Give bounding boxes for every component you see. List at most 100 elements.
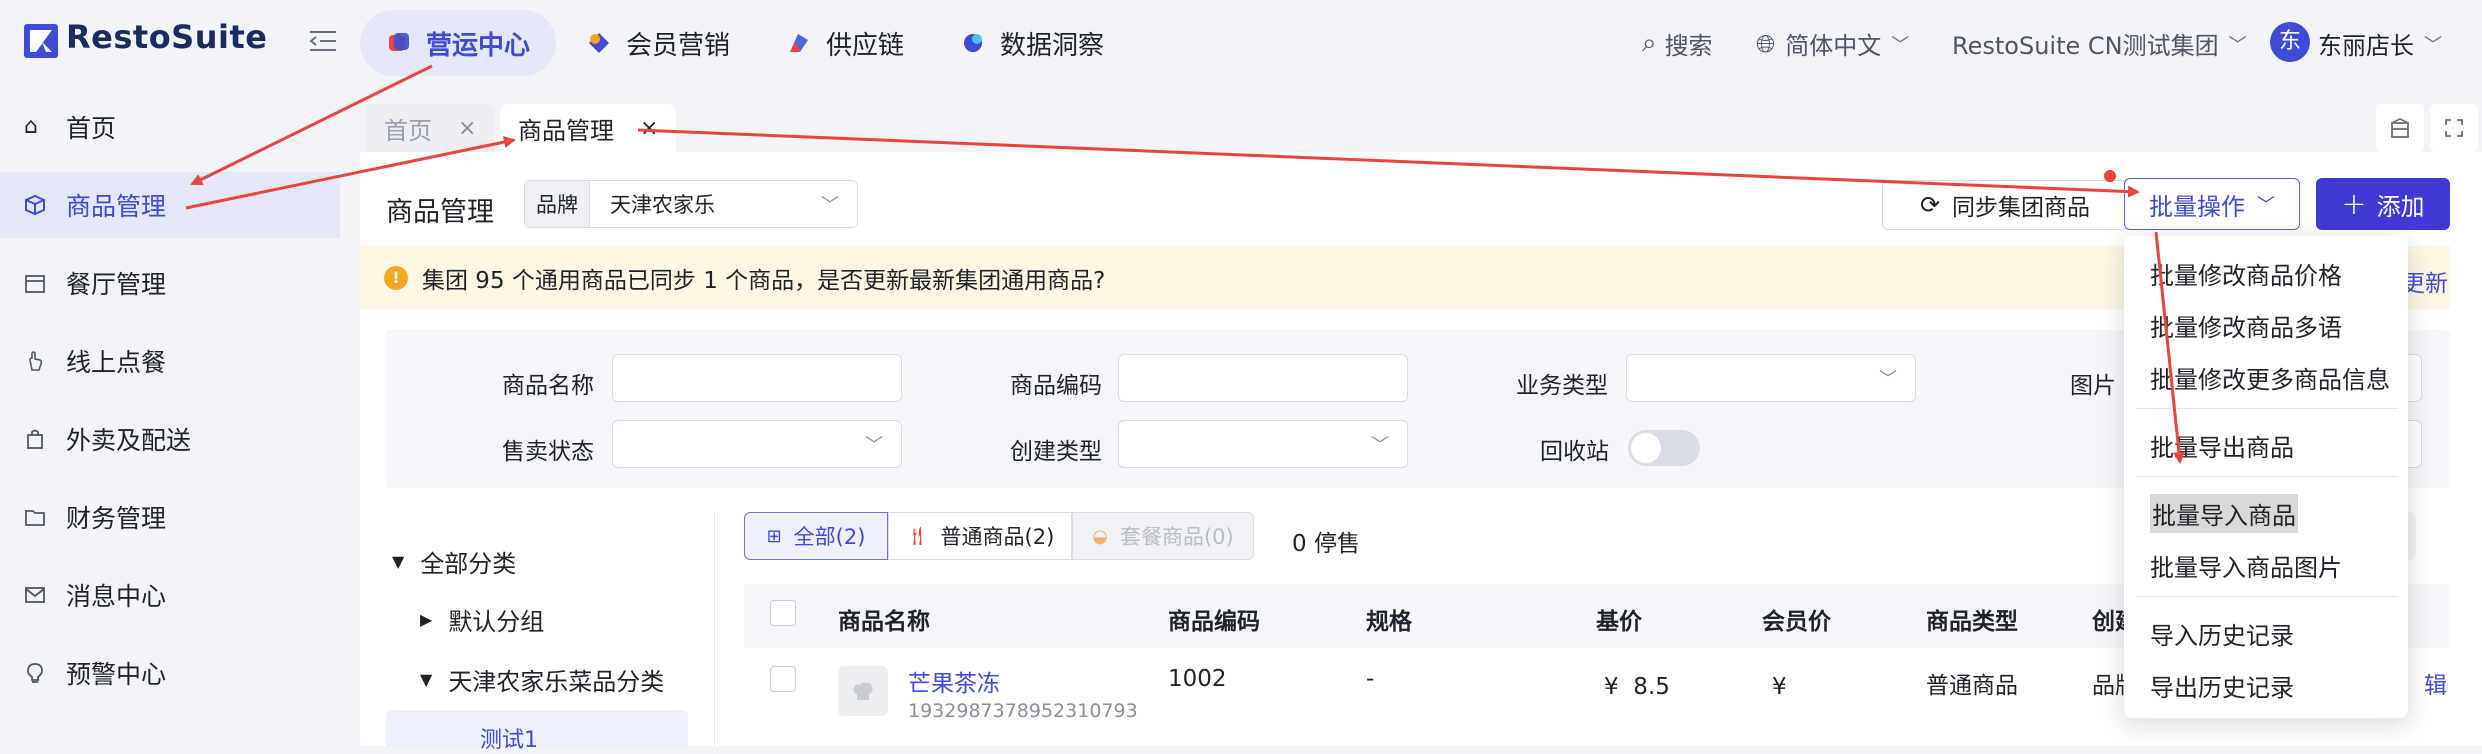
sidebar-item-finance[interactable]: 财务管理	[0, 484, 340, 550]
sidebar-item-delivery[interactable]: 外卖及配送	[0, 406, 340, 472]
recycle-bin-toggle[interactable]	[1628, 430, 1700, 466]
member-icon	[589, 33, 609, 53]
fullscreen-button[interactable]	[2430, 104, 2478, 152]
filter-label-recycle-bin: 回收站	[1540, 439, 1609, 465]
brand-label: 品牌	[525, 181, 590, 227]
nav-tab-label: 数据洞察	[1000, 30, 1105, 61]
stopped-count: 0 停售	[1292, 531, 1360, 557]
product-code-input[interactable]	[1118, 354, 1408, 402]
folder-icon	[25, 510, 45, 526]
sidebar-item-restaurant[interactable]: 餐厅管理	[0, 250, 340, 316]
segment-normal[interactable]: 🍴︎ 普通商品(2)	[888, 512, 1072, 560]
row-checkbox[interactable]	[770, 666, 796, 692]
sidebar-item-label: 首页	[66, 114, 117, 143]
sidebar-item-alerts[interactable]: 预警中心	[0, 640, 340, 706]
collapse-menu-icon[interactable]	[308, 28, 338, 54]
page-tab-home[interactable]: 首页 ×	[366, 104, 495, 152]
sidebar-item-online-order[interactable]: 线上点餐	[0, 328, 340, 394]
brand-select[interactable]: 品牌 天津农家乐 ﹀	[524, 180, 858, 228]
menu-item-batch-edit-more[interactable]: 批量修改更多商品信息	[2150, 360, 2390, 395]
menu-item-import-history[interactable]: 导入历史记录	[2150, 616, 2294, 651]
toggle-knob	[1631, 433, 1661, 463]
chevron-down-icon: ﹀	[2424, 34, 2442, 56]
column-header: 商品名称	[838, 609, 930, 635]
batch-operations-button[interactable]: 批量操作 ﹀	[2124, 178, 2300, 230]
segment-all[interactable]: ⊞ 全部(2)	[744, 512, 888, 560]
search-label: 搜索	[1664, 32, 1713, 60]
menu-item-batch-import-images[interactable]: 批量导入商品图片	[2150, 548, 2342, 583]
menu-item-batch-edit-price[interactable]: 批量修改商品价格	[2150, 256, 2342, 291]
expand-icon	[2445, 119, 2463, 137]
search-icon: ⌕	[1642, 28, 1657, 58]
product-name-input[interactable]	[612, 354, 902, 402]
menu-divider	[2136, 408, 2398, 409]
global-search[interactable]: ⌕ 搜索	[1642, 26, 1713, 61]
add-button[interactable]: + 添加	[2316, 178, 2450, 230]
refresh-page-button[interactable]	[2376, 104, 2424, 152]
avatar[interactable]: 东	[2270, 22, 2310, 62]
product-thumbnail	[838, 666, 888, 716]
utensils-icon: 🍴︎	[905, 525, 929, 547]
nav-tab-operations[interactable]: 营运中心	[360, 10, 557, 76]
sidebar-item-home[interactable]: ⌂ 首页	[0, 94, 340, 160]
segment-label: 普通商品(2)	[940, 525, 1055, 549]
column-header: 商品类型	[1926, 609, 2018, 635]
edit-link[interactable]: 辑	[2424, 666, 2447, 700]
tree-node-all[interactable]: ▼ 全部分类	[392, 544, 516, 579]
tree-node-default-group[interactable]: ▶ 默认分组	[420, 602, 544, 637]
page-title: 商品管理	[386, 197, 494, 228]
chevron-down-icon: ﹀	[865, 435, 883, 456]
filter-label-product-name: 商品名称	[502, 373, 594, 399]
restosuite-logo-icon	[24, 24, 58, 58]
chevron-down-icon: ﹀	[1891, 34, 1910, 56]
caret-right-icon: ▶	[420, 610, 433, 629]
business-type-select[interactable]: ﹀	[1626, 354, 1916, 402]
chevron-down-icon: ﹀	[1879, 369, 1897, 390]
nav-tab-supply-chain[interactable]: 供应链	[760, 10, 930, 76]
language-label: 简体中文	[1785, 32, 1882, 60]
menu-item-export-history[interactable]: 导出历史记录	[2150, 668, 2294, 703]
close-icon[interactable]: ×	[640, 116, 658, 141]
sync-group-products-button[interactable]: ⟳ 同步集团商品	[1882, 180, 2128, 230]
menu-item-batch-edit-i18n[interactable]: 批量修改商品多语	[2150, 308, 2342, 343]
language-select[interactable]: 🌐︎ 简体中文 ﹀	[1756, 26, 1909, 61]
nav-tab-member-marketing[interactable]: 会员营销	[560, 10, 756, 76]
select-all-checkbox[interactable]	[770, 600, 796, 626]
segment-label: 套餐商品(0)	[1119, 525, 1234, 549]
grid-icon: ⊞	[766, 525, 782, 547]
product-name-link[interactable]: 芒果茶冻	[908, 664, 1000, 698]
close-icon[interactable]: ×	[458, 116, 476, 141]
sidebar-item-label: 商品管理	[66, 192, 167, 221]
cell-base-price: ¥ 8.5	[1604, 674, 1670, 700]
chevron-down-icon: ﹀	[821, 195, 839, 216]
menu-item-batch-import[interactable]: 批量导入商品	[2150, 494, 2298, 533]
sidebar-item-products[interactable]: 商品管理	[0, 172, 340, 238]
warning-icon: !	[384, 266, 408, 290]
sidebar-item-messages[interactable]: 消息中心	[0, 562, 340, 628]
home-icon: ⌂	[24, 114, 38, 139]
sidebar-item-label: 消息中心	[66, 582, 167, 611]
create-type-select[interactable]: ﹀	[1118, 420, 1408, 468]
update-link[interactable]: 更新	[2402, 264, 2448, 298]
tree-node-label: 天津农家乐菜品分类	[448, 668, 665, 696]
tree-node-category[interactable]: ▼ 天津农家乐菜品分类	[420, 662, 664, 697]
bag-icon	[27, 429, 43, 449]
chevron-down-icon: ﹀	[2228, 34, 2247, 56]
org-select[interactable]: RestoSuite CN测试集团 ﹀	[1952, 26, 2247, 61]
cell-code: 1002	[1168, 666, 1227, 692]
sale-status-select[interactable]: ﹀	[612, 420, 902, 468]
user-menu[interactable]: 东丽店长 ﹀	[2318, 26, 2442, 61]
nav-tab-data-insight[interactable]: 数据洞察	[934, 10, 1130, 76]
user-label: 东丽店长	[2318, 32, 2414, 60]
segment-combo[interactable]: ◒ 套餐商品(0)	[1072, 512, 1254, 560]
tree-node-label: 默认分组	[448, 608, 545, 636]
menu-divider	[2136, 596, 2398, 597]
vertical-divider	[714, 512, 715, 746]
operations-icon	[389, 33, 409, 51]
page-tab-products[interactable]: 商品管理 ×	[500, 104, 677, 152]
sync-icon: ⟳	[1919, 191, 1941, 219]
column-header: 基价	[1596, 609, 1642, 635]
page-tab-label: 首页	[384, 116, 432, 145]
column-header: 规格	[1366, 609, 1412, 635]
menu-item-batch-export[interactable]: 批量导出商品	[2150, 428, 2294, 463]
